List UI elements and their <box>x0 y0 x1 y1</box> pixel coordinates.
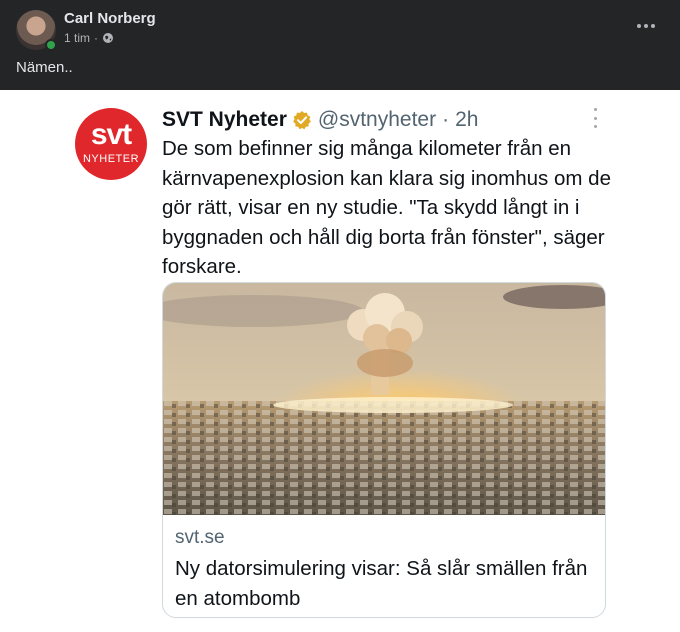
tweet-text: De som befinner sig många kilometer från… <box>162 137 611 278</box>
link-domain: svt.se <box>175 527 225 548</box>
explosion-city-image <box>163 283 605 515</box>
tweet-display-name: SVT Nyheter <box>162 108 287 131</box>
link-preview-card: svt.se Ny datorsimulering visar: Så slår… <box>162 282 606 618</box>
dot-icon <box>651 24 655 28</box>
post-text: Nämen.. <box>16 59 73 76</box>
logo-wordmark: svt <box>90 118 132 151</box>
post-image[interactable]: svt NYHETER SVT Nyheter @svtnyheter · 2h… <box>0 90 680 632</box>
vertical-more-icon <box>592 108 598 128</box>
post-header: Carl Norberg 1 tim · Nämen.. <box>0 0 680 90</box>
dot-icon <box>644 24 648 28</box>
link-title: Ny datorsimulering visar: Så slår smälle… <box>175 557 588 610</box>
tweet-header: SVT Nyheter @svtnyheter · 2h <box>162 108 478 132</box>
post-time[interactable]: 1 tim <box>64 31 90 45</box>
tweet-time: 2h <box>455 108 479 131</box>
meta-separator: · <box>94 31 99 45</box>
tweet-separator: · <box>442 108 450 131</box>
verified-badge-icon <box>292 111 311 130</box>
tweet-screenshot: svt NYHETER SVT Nyheter @svtnyheter · 2h… <box>58 90 622 632</box>
svt-logo: svt NYHETER <box>75 108 147 180</box>
logo-subtitle: NYHETER <box>82 153 140 165</box>
avatar[interactable] <box>16 10 57 51</box>
online-status-dot <box>45 39 57 51</box>
dot-icon <box>637 24 641 28</box>
tweet-handle: @svtnyheter <box>317 108 437 131</box>
globe-icon[interactable] <box>102 32 114 44</box>
post-options-button[interactable] <box>632 16 660 36</box>
post-meta: 1 tim · <box>64 31 114 45</box>
post-author[interactable]: Carl Norberg <box>64 10 156 27</box>
